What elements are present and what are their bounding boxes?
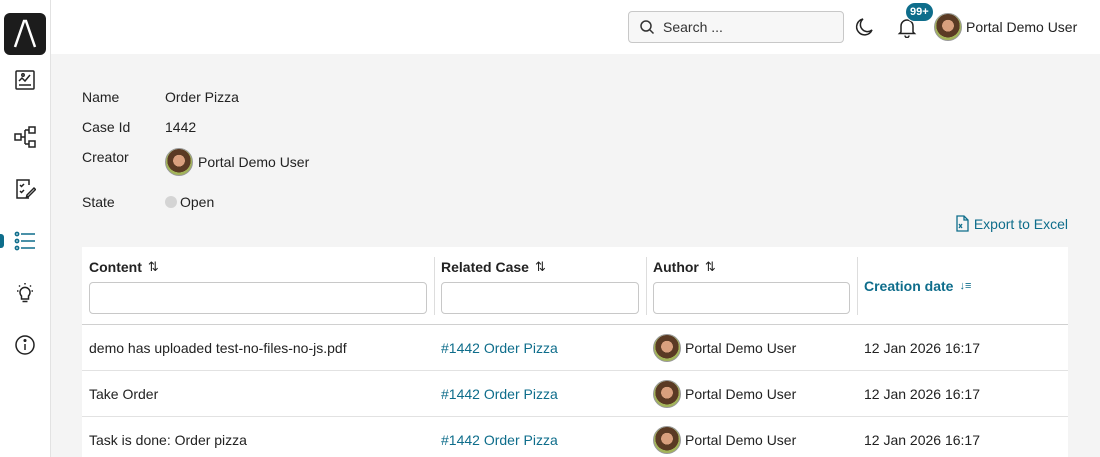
case-id-value: 1442	[165, 119, 197, 135]
user-menu[interactable]: Portal Demo User	[934, 13, 1077, 41]
related-case-filter-input[interactable]	[441, 282, 639, 314]
task-icon[interactable]	[13, 177, 37, 201]
idea-icon[interactable]	[13, 281, 37, 305]
related-case-link[interactable]: #1442 Order Pizza	[441, 417, 558, 457]
search-placeholder: Search ...	[663, 19, 723, 35]
user-name: Portal Demo User	[966, 19, 1078, 35]
avatar	[653, 334, 681, 362]
content-filter-input[interactable]	[89, 282, 427, 314]
column-header-creation-date[interactable]: Creation date ↓≡	[864, 278, 971, 294]
state-text: Open	[180, 194, 215, 210]
creator-value: Portal Demo User	[165, 148, 309, 176]
search-input[interactable]: Search ...	[628, 11, 844, 43]
column-content: Content ⇅	[82, 247, 435, 325]
column-author: Author ⇅	[646, 247, 858, 325]
cell-date: 12 Jan 2026 16:17	[864, 432, 980, 448]
column-header-author[interactable]: Author ⇅	[653, 259, 716, 275]
cell-date: 12 Jan 2026 16:17	[864, 340, 980, 356]
history-table: Content ⇅ Related Case ⇅ Author ⇅ Creati…	[82, 247, 1068, 457]
author-filter-input[interactable]	[653, 282, 850, 314]
related-case-link[interactable]: #1442 Order Pizza	[441, 325, 558, 371]
sort-descending-icon[interactable]: ↓≡	[959, 280, 971, 292]
cell-content: Take Order	[89, 386, 159, 402]
cell-date: 12 Jan 2026 16:17	[864, 386, 980, 402]
column-header-related-case[interactable]: Related Case ⇅	[441, 259, 546, 275]
cell-author: Portal Demo User	[653, 325, 796, 371]
cell-author: Portal Demo User	[653, 371, 796, 417]
state-indicator	[165, 196, 177, 208]
related-case-link[interactable]: #1442 Order Pizza	[441, 371, 558, 417]
info-icon[interactable]	[13, 333, 37, 357]
name-label: Name	[82, 89, 120, 105]
sidebar	[0, 0, 51, 457]
avatar	[165, 148, 193, 176]
sort-icon[interactable]: ⇅	[705, 259, 716, 275]
dashboard-icon[interactable]	[13, 68, 37, 92]
case-list-icon[interactable]	[13, 229, 37, 253]
author-name: Portal Demo User	[685, 432, 797, 448]
search-icon	[640, 20, 655, 35]
cell-content: Task is done: Order pizza	[89, 432, 247, 448]
state-label: State	[82, 194, 115, 210]
top-bar: Search ... 99+ Portal Demo User	[51, 0, 1100, 54]
column-title: Creation date	[864, 278, 954, 294]
author-name: Portal Demo User	[685, 340, 797, 356]
column-header-content[interactable]: Content ⇅	[89, 259, 159, 275]
column-creation-date: Creation date ↓≡	[857, 247, 1068, 325]
cell-author: Portal Demo User	[653, 417, 796, 457]
cell-content: demo has uploaded test-no-files-no-js.pd…	[89, 340, 347, 356]
table-row[interactable]: Task is done: Order pizza #1442 Order Pi…	[82, 417, 1068, 457]
creator-name: Portal Demo User	[198, 154, 310, 170]
active-nav-indicator	[0, 234, 4, 248]
avatar	[653, 380, 681, 408]
notification-badge[interactable]: 99+	[905, 2, 934, 22]
name-value: Order Pizza	[165, 89, 239, 105]
case-id-label: Case Id	[82, 119, 131, 135]
dark-mode-icon[interactable]	[854, 16, 876, 38]
export-excel-button[interactable]: Export to Excel	[955, 215, 1068, 232]
column-title: Author	[653, 259, 699, 275]
avatar	[653, 426, 681, 454]
avatar	[934, 13, 962, 41]
sort-icon[interactable]: ⇅	[148, 259, 159, 275]
process-icon[interactable]	[13, 125, 37, 149]
column-related-case: Related Case ⇅	[434, 247, 647, 325]
author-name: Portal Demo User	[685, 386, 797, 402]
table-header: Content ⇅ Related Case ⇅ Author ⇅ Creati…	[82, 247, 1068, 325]
export-label: Export to Excel	[973, 215, 1068, 232]
table-row[interactable]: demo has uploaded test-no-files-no-js.pd…	[82, 325, 1068, 371]
state-value: Open	[165, 194, 214, 210]
excel-file-icon	[956, 215, 969, 232]
column-title: Related Case	[441, 259, 529, 275]
app-logo[interactable]	[4, 13, 46, 55]
table-row[interactable]: Take Order #1442 Order Pizza Portal Demo…	[82, 371, 1068, 417]
sort-icon[interactable]: ⇅	[535, 259, 546, 275]
column-title: Content	[89, 259, 142, 275]
creator-label: Creator	[82, 149, 129, 165]
